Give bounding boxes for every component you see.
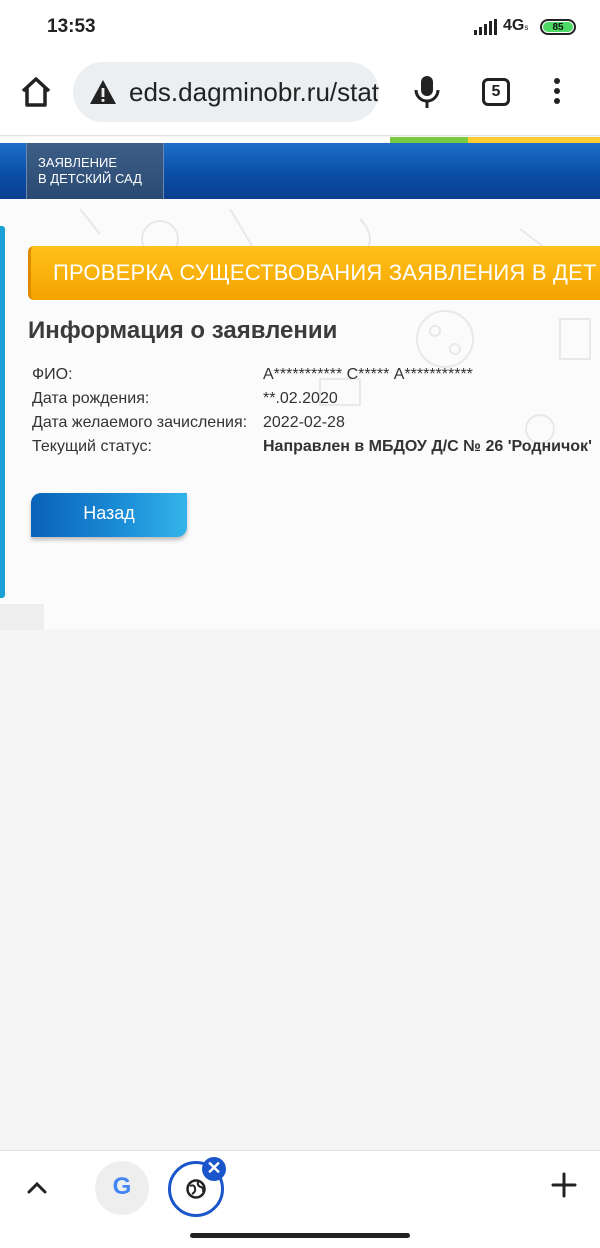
page-banner: ПРОВЕРКА СУЩЕСТВОВАНИЯ ЗАЯВЛЕНИЯ В ДЕТ: [28, 246, 600, 300]
info-value: Направлен в МБДОУ Д/С № 26 'Родничок': [263, 438, 592, 455]
google-tab-button[interactable]: G: [95, 1161, 149, 1215]
site-logo[interactable]: ЗАЯВЛЕНИЕ В ДЕТСКИЙ САД: [26, 143, 164, 199]
microphone-icon[interactable]: [412, 74, 442, 110]
battery-icon: 85: [540, 19, 576, 35]
warning-icon[interactable]: [89, 79, 117, 105]
banner-title: ПРОВЕРКА СУЩЕСТВОВАНИЯ ЗАЯВЛЕНИЯ В ДЕТ: [53, 260, 597, 285]
new-tab-icon[interactable]: [550, 1171, 578, 1199]
left-accent-bar: [0, 226, 5, 598]
signal-icon: [474, 19, 498, 35]
battery-level: 85: [543, 22, 573, 33]
tab-switcher-button[interactable]: 5: [482, 78, 510, 106]
status-bar: 13:53 4Gs 85: [0, 0, 600, 56]
address-bar[interactable]: eds.dagminobr.ru/stat: [73, 62, 379, 122]
page-edge: [0, 604, 44, 630]
logo-line-2: В ДЕТСКИЙ САД: [38, 171, 142, 186]
info-value: 2022-02-28: [263, 414, 345, 431]
info-label: Текущий статус:: [32, 438, 152, 455]
info-heading: Информация о заявлении: [28, 317, 338, 344]
info-label: ФИО:: [32, 366, 73, 383]
info-value: **.02.2020: [263, 390, 338, 407]
gesture-handle[interactable]: [190, 1233, 410, 1238]
info-value: А*********** С***** А***********: [263, 366, 473, 383]
info-label: Дата желаемого зачисления:: [32, 414, 248, 431]
home-icon[interactable]: [18, 74, 54, 110]
url-text[interactable]: eds.dagminobr.ru/stat: [129, 77, 379, 108]
info-label: Дата рождения:: [32, 390, 150, 407]
more-menu-icon[interactable]: [550, 78, 564, 108]
browser-toolbar: eds.dagminobr.ru/stat 5: [0, 56, 600, 136]
status-time: 13:53: [47, 16, 96, 37]
logo-line-1: ЗАЯВЛЕНИЕ: [38, 155, 118, 170]
close-tab-icon[interactable]: ✕: [202, 1157, 226, 1181]
network-type: 4Gs: [503, 17, 529, 34]
globe-icon: [186, 1179, 206, 1199]
back-button[interactable]: Назад: [31, 493, 187, 537]
chevron-up-icon[interactable]: [22, 1175, 52, 1199]
google-icon: G: [112, 1173, 132, 1200]
